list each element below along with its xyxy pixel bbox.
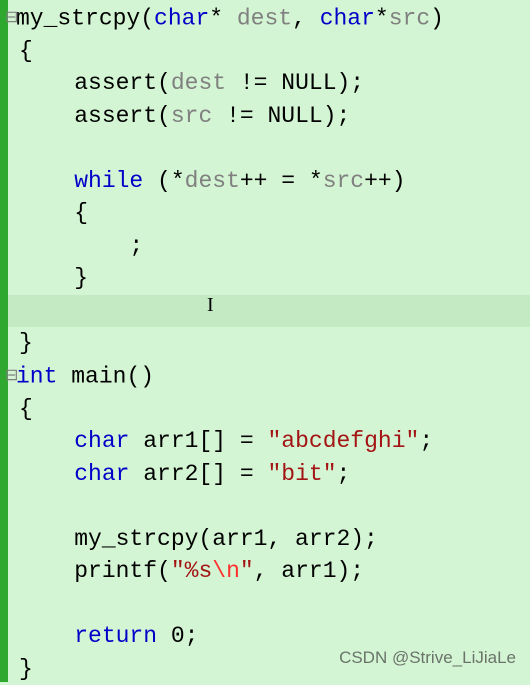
- code-line[interactable]: {: [8, 35, 530, 68]
- code-line[interactable]: printf("%s\n", arr1);: [8, 555, 530, 588]
- string-literal: bit: [281, 461, 322, 487]
- code-line[interactable]: ⊟my_strcpy(char* dest, char*src): [8, 2, 530, 35]
- code-line[interactable]: {: [8, 197, 530, 230]
- watermark-text: CSDN @Strive_LiJiaLe: [339, 642, 516, 675]
- code-line[interactable]: [8, 132, 530, 165]
- code-line[interactable]: {: [8, 393, 530, 426]
- code-editor[interactable]: ⊟my_strcpy(char* dest, char*src) { asser…: [8, 2, 530, 685]
- text-cursor-icon: I: [207, 289, 214, 322]
- code-line-active[interactable]: [8, 295, 530, 328]
- code-line[interactable]: char arr1[] = "abcdefghi";: [8, 425, 530, 458]
- type-keyword: int: [16, 363, 57, 389]
- param: dest: [237, 5, 292, 31]
- func-name: main: [71, 363, 126, 389]
- code-line[interactable]: assert(dest != NULL);: [8, 67, 530, 100]
- keyword: return: [74, 623, 157, 649]
- type-keyword: char: [320, 5, 375, 31]
- fold-gutter: [0, 0, 8, 682]
- code-line[interactable]: [8, 490, 530, 523]
- code-line[interactable]: ⊟int main(): [8, 360, 530, 393]
- code-line[interactable]: while (*dest++ = *src++): [8, 165, 530, 198]
- code-line[interactable]: }: [8, 262, 530, 295]
- code-line[interactable]: char arr2[] = "bit";: [8, 458, 530, 491]
- code-line[interactable]: assert(src != NULL);: [8, 100, 530, 133]
- param: src: [389, 5, 430, 31]
- escape-char: \n: [212, 558, 240, 584]
- keyword: while: [74, 168, 143, 194]
- func-name: my_strcpy: [16, 5, 140, 31]
- type-keyword: char: [154, 5, 209, 31]
- code-line[interactable]: }: [8, 327, 530, 360]
- code-line[interactable]: my_strcpy(arr1, arr2);: [8, 523, 530, 556]
- fold-icon[interactable]: ⊟: [5, 360, 16, 393]
- fold-icon[interactable]: ⊟: [5, 2, 16, 35]
- code-line[interactable]: [8, 588, 530, 621]
- string-literal: abcdefghi: [281, 428, 405, 454]
- code-line[interactable]: ;: [8, 230, 530, 263]
